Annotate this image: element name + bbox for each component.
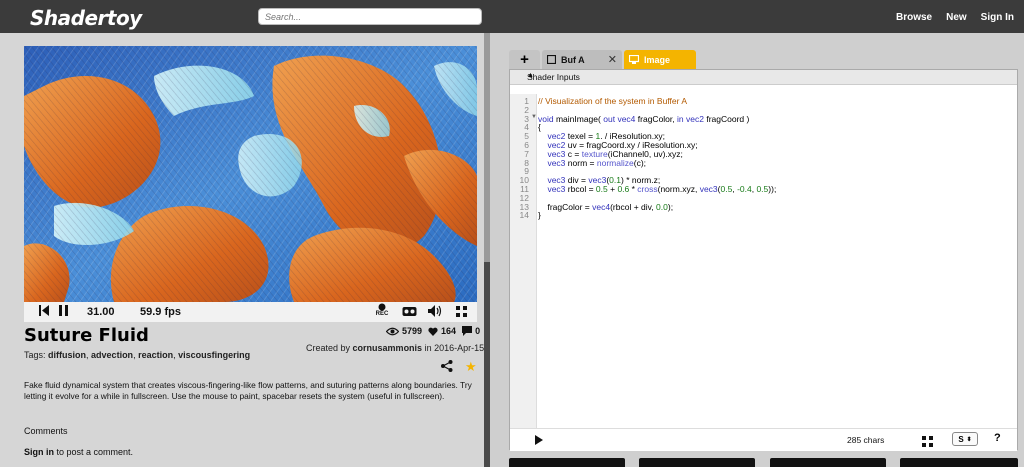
editor-tabs: + Buf A ✕ Image [509,50,1018,69]
tab-image-label: Image [644,54,671,65]
fps-display: 59.9 fps [140,306,181,318]
tag-link[interactable]: viscousfingering [178,350,250,360]
fold-arrow-icon[interactable]: ▼ [531,114,537,120]
code-line: // Visualization of the system in Buffer… [538,96,687,106]
comments-count: 0 [475,326,481,336]
tag-link[interactable]: reaction [138,350,173,360]
fullscreen-icon[interactable] [456,306,467,320]
monitor-icon [629,55,639,64]
views-icon [386,327,399,335]
tab-image[interactable]: Image [624,50,696,69]
vr-icon[interactable] [402,306,417,320]
search-input[interactable] [258,8,482,25]
buffer-icon [547,55,556,64]
record-label: REC [375,311,389,317]
tag-link[interactable]: advection [91,350,133,360]
rewind-icon[interactable] [39,305,49,319]
char-count: 285 chars [847,435,885,445]
shader-description: Fake fluid dynamical system that creates… [24,380,472,401]
compile-play-icon[interactable] [535,435,543,448]
page-scrollbar-thumb[interactable] [484,262,490,467]
top-bar: Shadertoy Browse New Sign In [0,0,1024,33]
code-line: } [538,210,541,221]
code-editor: ▲ Shader Inputs 1 2 3 4 5 6 7 8 9 10 11 12 13 14 ▼ //… [509,69,1018,451]
size-select-value: S [958,434,964,444]
tag-link[interactable]: diffusion [48,350,86,360]
tab-buf-a-label: Buf A [561,54,585,65]
created-date: 2016-Apr-15 [434,343,485,353]
comments-heading: Comments [24,426,68,436]
add-tab-button[interactable]: + [509,50,540,69]
bottom-button[interactable] [639,458,755,467]
author-link[interactable]: cornusammonis [353,343,423,353]
bottom-button[interactable] [900,458,1018,467]
code-line: vec3 norm = normalize(c); [547,157,647,168]
record-button[interactable]: REC [375,303,389,317]
line-number: 14 [519,210,529,221]
tags-label: Tags: [24,350,46,360]
nav-sign-in[interactable]: Sign In [981,12,1014,23]
time-display: 31.00 [87,306,115,318]
nav-new[interactable]: New [946,12,967,23]
code-line: fragColor = vec4(rbcol + div, 0.0); [547,201,674,212]
favorite-star-icon[interactable]: ★ [465,359,477,375]
comment-icon [462,326,473,336]
record-icon [378,303,386,311]
shader-stats: 5799 164 0 [386,326,480,336]
close-icon[interactable]: ✕ [608,53,617,66]
views-count: 5799 [402,326,423,336]
shader-title: Suture Fluid [24,325,149,346]
shader-inputs-label: Shader Inputs [527,72,580,82]
sign-in-rest: to post a comment. [54,447,134,457]
nav-browse[interactable]: Browse [896,12,932,23]
shadertoy-logo[interactable]: Shadertoy [30,6,142,30]
shader-canvas[interactable] [24,46,477,302]
fluid-render-image [24,46,477,302]
editor-fullscreen-icon[interactable] [922,434,933,452]
created-by: Created by cornusammonis in 2016-Apr-15 [306,343,484,353]
bottom-button[interactable] [770,458,886,467]
top-nav: Browse New Sign In [896,12,1014,23]
shader-inputs-toggle[interactable]: ▲ Shader Inputs [510,70,1017,85]
code-line: void mainImage( out vec4 fragColor, in v… [538,113,750,124]
select-arrows-icon: ⬍ [966,436,972,443]
size-select[interactable]: S ⬍ [952,432,978,446]
volume-icon[interactable] [428,305,442,320]
tab-buf-a[interactable]: Buf A ✕ [542,50,622,69]
bottom-button[interactable] [509,458,625,467]
share-icon[interactable] [441,359,453,377]
player-controls: 31.00 59.9 fps REC [24,302,477,322]
help-button[interactable]: ? [994,432,1001,444]
created-mid: in [424,343,432,353]
heart-icon[interactable] [428,327,438,336]
code-text[interactable]: // Visualization of the system in Buffer… [538,97,776,220]
code-line: vec3 rbcol = 0.5 + 0.6 * cross(norm.xyz,… [547,183,777,194]
line-numbers: 1 2 3 4 5 6 7 8 9 10 11 12 13 14 [514,97,529,220]
created-prefix: Created by [306,343,351,353]
sign-in-prompt: Sign in to post a comment. [24,447,133,457]
tags-line: Tags: diffusion, advection, reaction, vi… [24,350,251,360]
pause-icon[interactable] [59,305,68,319]
likes-count: 164 [441,326,457,336]
sign-in-link[interactable]: Sign in [24,447,54,457]
editor-footer: 285 chars S ⬍ ? [510,428,1017,451]
